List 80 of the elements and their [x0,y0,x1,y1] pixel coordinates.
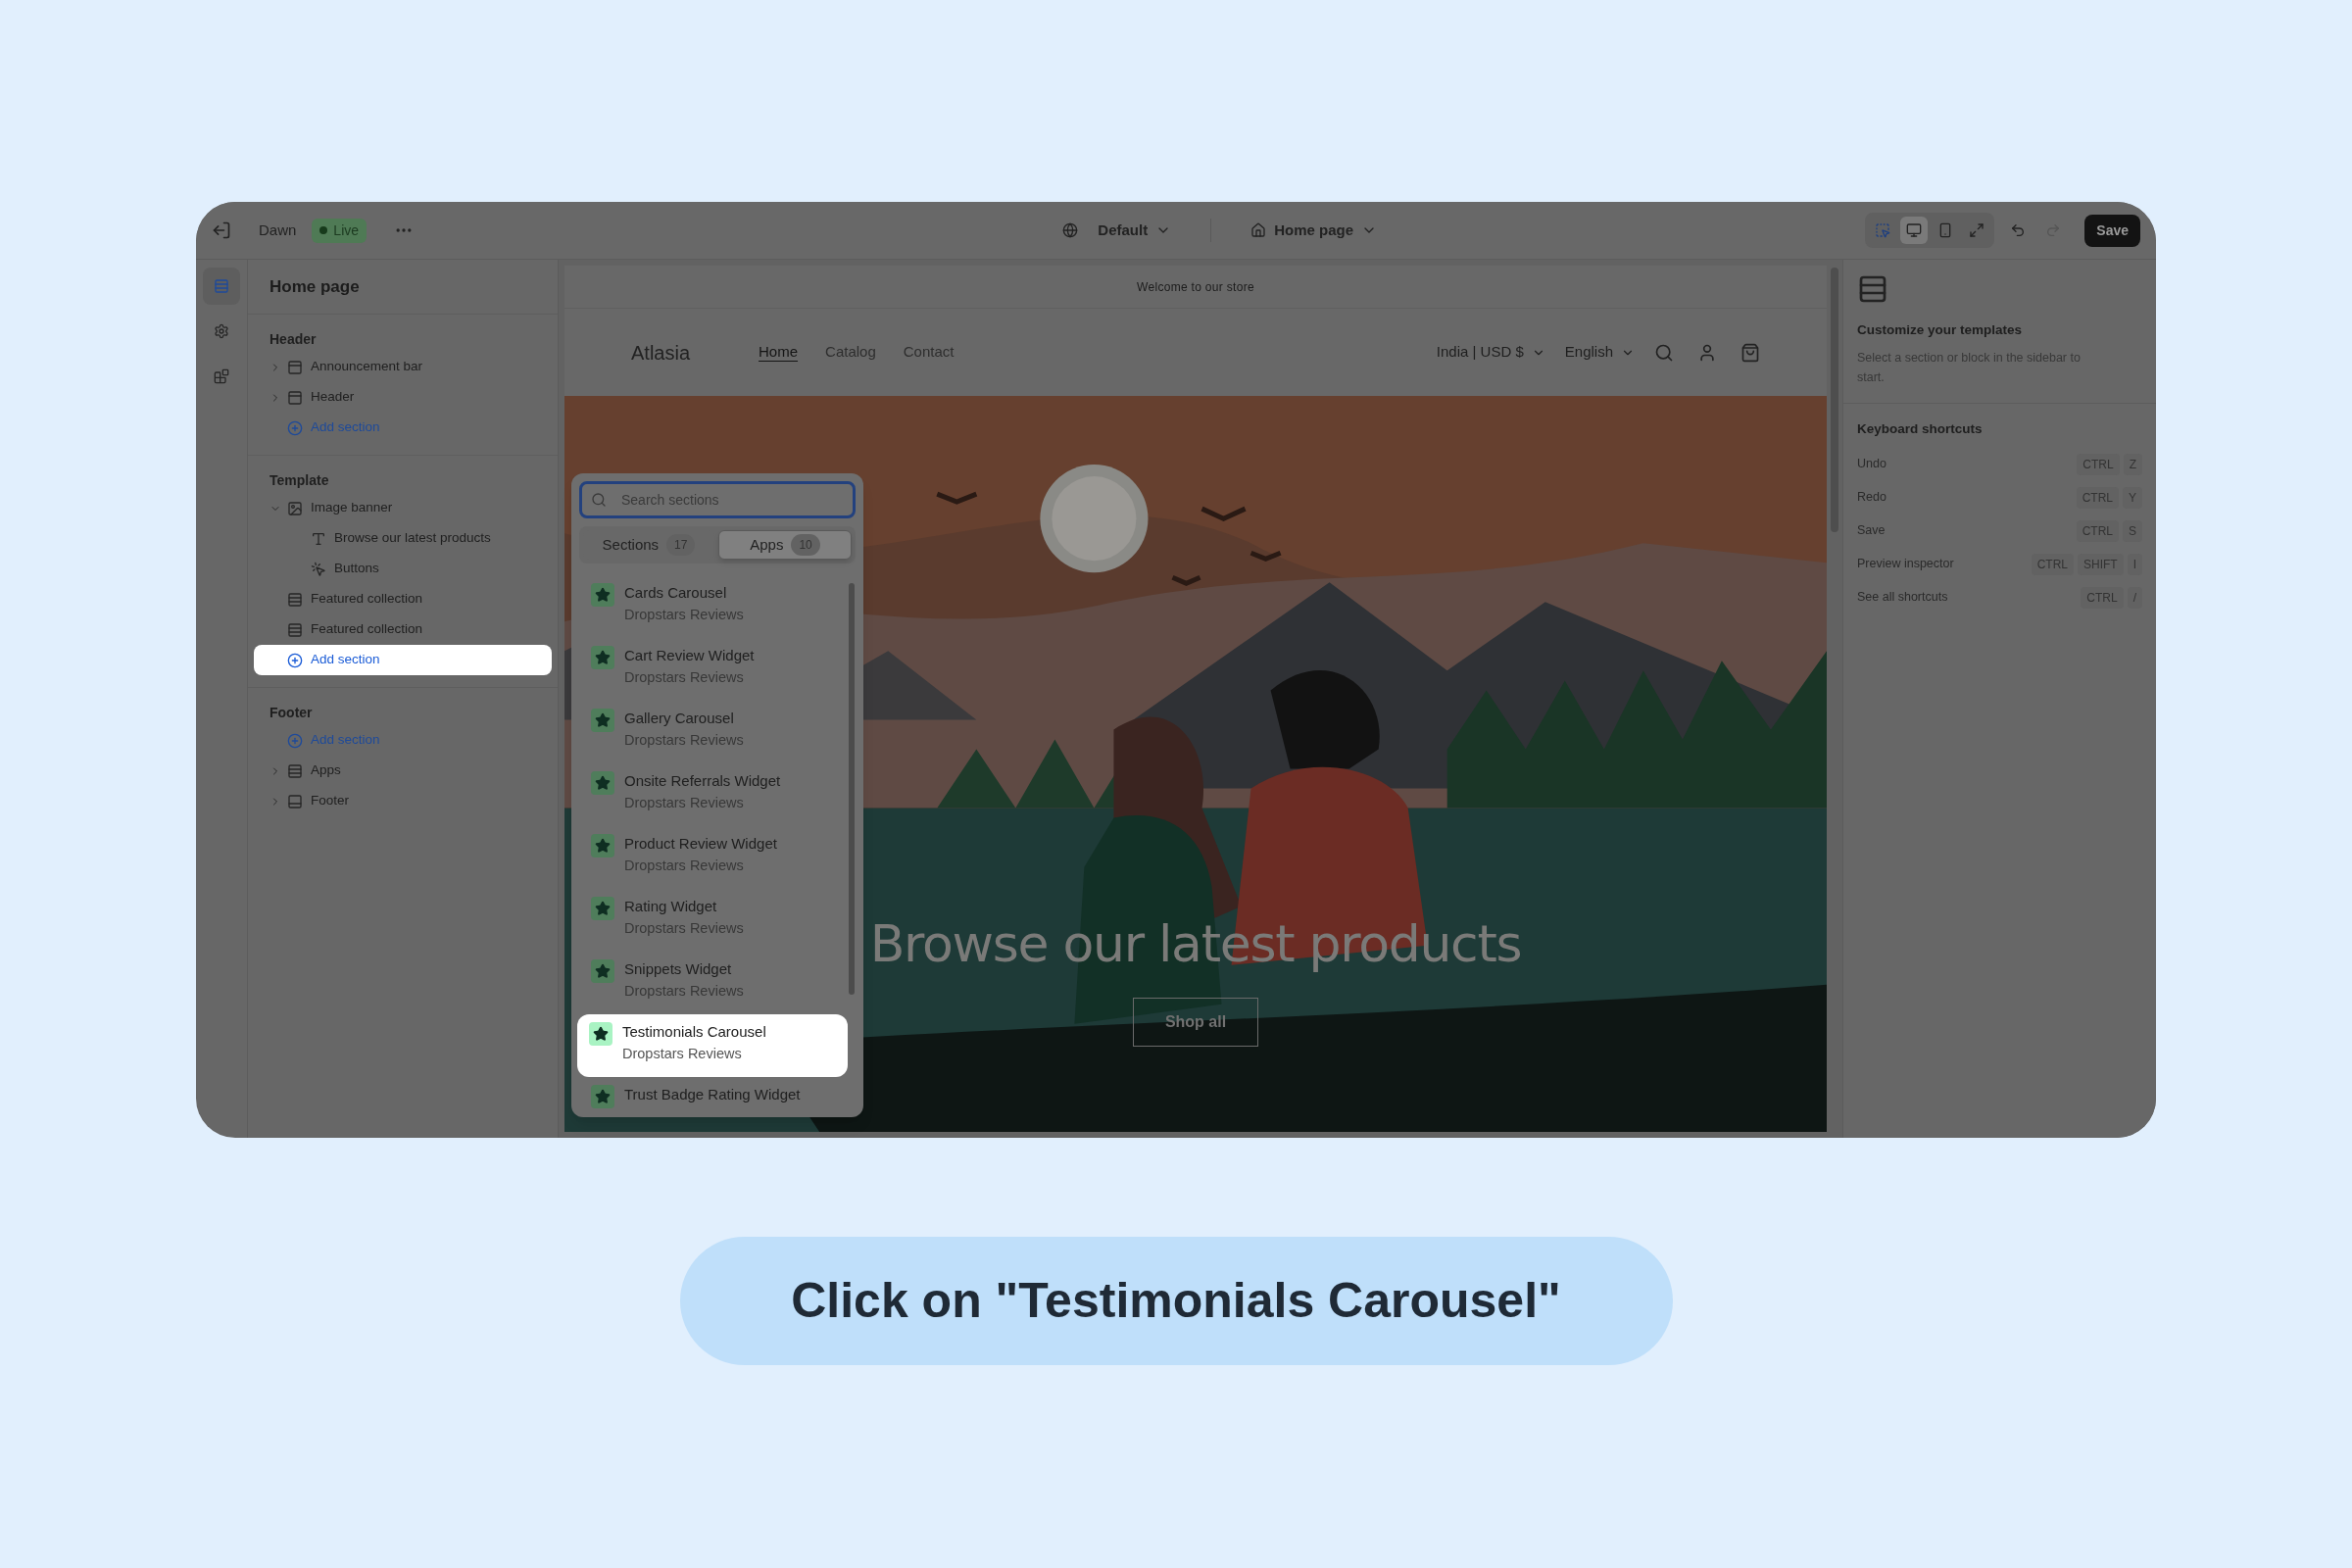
section-icon [287,389,303,406]
add-section-link[interactable]: Add section [254,645,552,675]
theme-name: Dawn [259,220,297,240]
sidebar-item[interactable]: Header [248,382,558,413]
section-icon [287,793,303,809]
home-icon [1250,222,1267,238]
save-button[interactable]: Save [2084,214,2140,247]
option-name: Cart Review Widget [624,646,755,665]
section-icon [287,621,303,638]
store-logo[interactable]: Atlasia [631,337,691,368]
rail-button[interactable] [203,268,240,305]
apps-icon [214,368,229,384]
option-name: Cards Carousel [624,583,728,603]
inspector-icon [1875,222,1891,238]
group-heading: Template [270,470,329,490]
sidebar-item[interactable]: Announcement bar [248,352,558,382]
group-heading: Header [270,329,317,349]
exit-icon[interactable] [212,220,231,240]
sidebar-item[interactable]: Featured collection [248,614,558,645]
instruction-callout: Click on "Testimonials Carousel" [679,1237,1673,1365]
option-name: Onsite Referrals Widget [624,771,781,791]
shortcut-label: See all shortcuts [1857,589,1949,607]
live-badge: Live [312,218,368,243]
globe-icon [1062,222,1079,238]
panel-title: Customize your templates [1857,321,2024,339]
expand-icon [1969,222,1985,238]
shortcut-label: Preview inspector [1857,556,1955,573]
option-name: Trust Badge Rating Widget [624,1085,801,1104]
search-icon[interactable] [1654,342,1674,363]
sections-icon [214,278,229,294]
section-option[interactable]: Trust Badge Rating Widget [579,1077,848,1117]
shortcut-label: Undo [1857,456,1887,473]
add-section-link[interactable]: Add section [248,725,558,756]
currency-selector[interactable]: India | USD $ [1436,341,1545,364]
section-icon [1857,273,1888,305]
nav-link[interactable]: Catalog [825,341,876,364]
section-icon [287,591,303,608]
option-name: Snippets Widget [624,959,733,979]
sidebar-item[interactable]: Footer [248,786,558,816]
nav-link[interactable]: Contact [903,341,955,364]
language-selector[interactable]: English [1564,341,1635,364]
section-icon [287,762,303,779]
image-icon [287,500,303,516]
sidebar-item[interactable]: Image banner [248,493,558,523]
plus-icon [287,652,303,668]
shop-all-button[interactable]: Shop all [1132,998,1259,1047]
option-name: Rating Widget [624,897,718,916]
search-icon [591,492,607,508]
option-name: Product Review Widget [624,834,777,854]
preset-dropdown[interactable]: Default [1062,219,1172,242]
plus-icon [287,419,303,436]
add-section-link[interactable]: Add section [248,413,558,443]
page-dropdown[interactable]: Home page [1250,219,1377,242]
nav-link[interactable]: Home [759,341,799,364]
undo-icon[interactable] [2010,222,2027,238]
key-cap: / [2127,586,2142,609]
settings-icon [214,323,229,339]
sidebar-item[interactable]: Apps [248,756,558,786]
shortcut-label: Save [1857,522,1886,540]
shortcut-label: Redo [1857,489,1887,507]
sidebar-title: Home page [270,275,360,298]
option-app: Dropstars Reviews [622,1045,743,1063]
sidebar-item[interactable]: Featured collection [248,584,558,614]
sidebar-item[interactable]: Buttons [248,554,558,584]
option-name: Testimonials Carousel [622,1022,766,1042]
desktop-icon [1906,222,1923,238]
section-icon [287,359,303,375]
user-icon[interactable] [1697,342,1717,363]
text-icon [311,530,326,547]
section-option[interactable]: Testimonials Carousel Dropstars Reviews [577,1014,848,1077]
view-mode-button[interactable] [1900,217,1929,244]
shortcuts-heading: Keyboard shortcuts [1857,420,1984,439]
announcement-bar: Welcome to our store [564,266,1827,309]
scrollbar-thumb[interactable] [849,583,855,995]
group-heading: Footer [270,703,313,722]
bag-icon[interactable] [1740,342,1760,363]
pointer-icon [311,561,326,577]
option-name: Gallery Carousel [624,709,735,728]
plus-icon [287,732,303,749]
sidebar-item[interactable]: Browse our latest products [248,523,558,554]
